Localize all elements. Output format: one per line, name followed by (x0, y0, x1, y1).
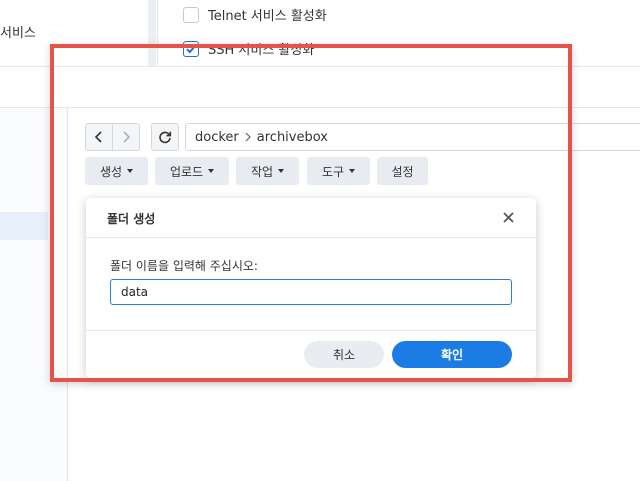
back-icon (94, 131, 102, 143)
path-segment[interactable]: archivebox (257, 130, 328, 145)
create-menu-button[interactable]: 생성 (85, 157, 148, 185)
create-folder-dialog: 폴더 생성 폴더 이름을 입력해 주십시오: 취소 확인 (86, 198, 536, 378)
settings-label: 설정 (391, 164, 414, 179)
caret-down-icon (127, 169, 134, 173)
create-menu-label: 생성 (99, 164, 123, 179)
window-header (0, 67, 640, 108)
back-button[interactable] (85, 123, 113, 151)
caret-down-icon (208, 169, 215, 173)
sidebar-item-services[interactable]: 서비스 (0, 22, 36, 41)
cancel-button[interactable]: 취소 (304, 341, 384, 368)
forward-button[interactable] (112, 123, 140, 151)
ssh-option[interactable]: SSH 서비스 활성화 (183, 39, 314, 58)
ssh-checkbox[interactable] (183, 40, 199, 57)
folder-name-input[interactable] (110, 279, 512, 305)
caret-down-icon (278, 169, 285, 173)
telnet-option[interactable]: Telnet 서비스 활성화 (183, 5, 327, 24)
action-menu-label: 작업 (250, 164, 274, 179)
ssh-option-label: SSH 서비스 활성화 (208, 43, 315, 58)
control-panel-background: 서비스 Telnet 서비스 활성화 SSH 서비스 활성화 (0, 0, 640, 66)
action-menu-button[interactable]: 작업 (236, 157, 299, 185)
telnet-option-label: Telnet 서비스 활성화 (208, 9, 327, 24)
path-bar[interactable]: docker archivebox (185, 123, 640, 151)
ok-button[interactable]: 확인 (392, 341, 512, 368)
folder-name-label: 폴더 이름을 입력해 주십시오: (110, 259, 258, 273)
dialog-footer-divider (86, 330, 536, 331)
refresh-button[interactable] (151, 123, 179, 151)
sidebar-scrollbar[interactable] (148, 0, 156, 66)
dialog-title: 폴더 생성 (107, 212, 156, 226)
caret-down-icon (349, 169, 356, 173)
divider (157, 0, 158, 66)
upload-menu-button[interactable]: 업로드 (155, 157, 229, 185)
upload-menu-label: 업로드 (169, 164, 204, 179)
folder-sidebar (0, 108, 68, 481)
sidebar-selected-item[interactable] (0, 212, 48, 240)
close-button[interactable] (501, 210, 515, 224)
refresh-icon (159, 131, 172, 144)
path-segment[interactable]: docker (195, 130, 239, 145)
tools-menu-label: 도구 (321, 164, 345, 179)
settings-button[interactable]: 설정 (377, 157, 428, 185)
forward-icon (123, 131, 131, 143)
dialog-header-divider (86, 237, 536, 238)
checkmark-icon (186, 44, 196, 53)
tools-menu-button[interactable]: 도구 (307, 157, 370, 185)
telnet-checkbox[interactable] (183, 6, 199, 23)
close-icon (502, 211, 514, 223)
path-separator-icon (245, 132, 251, 142)
